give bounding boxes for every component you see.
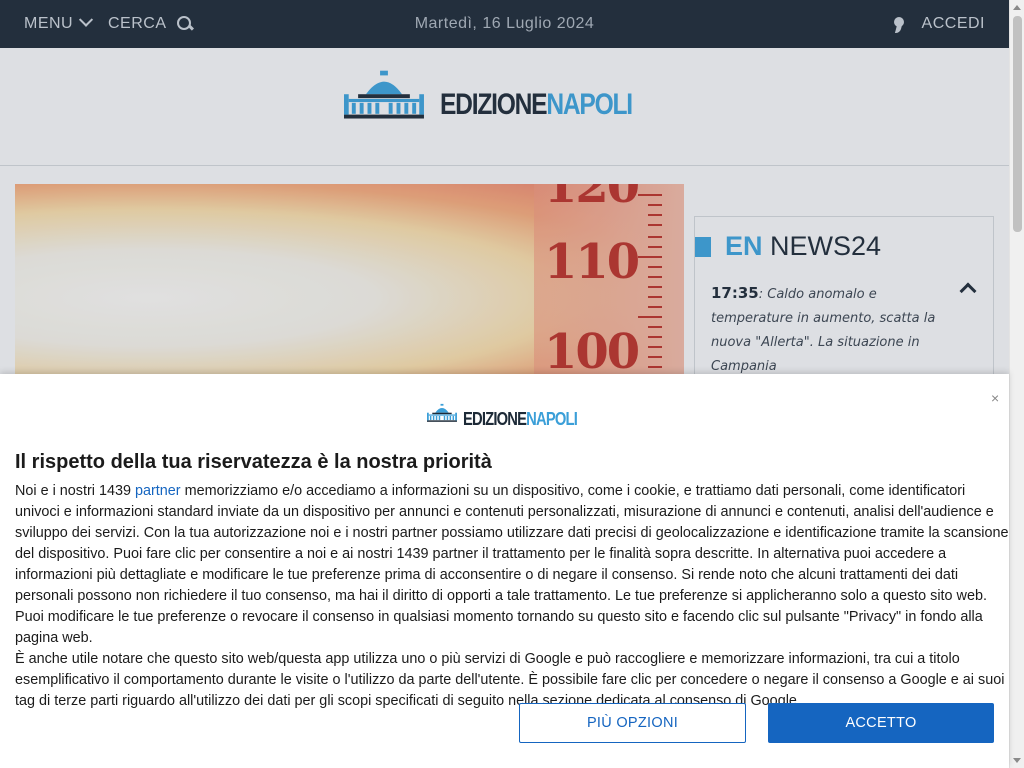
consent-text: Noi e i nostri 1439 partner memorizziamo… (15, 481, 1009, 712)
consent-logo-wordmark: EDIZIONENAPOLI (462, 409, 578, 429)
consent-paragraph-1: Noi e i nostri 1439 partner memorizziamo… (15, 483, 1009, 646)
more-options-button[interactable]: PIÙ OPZIONI (519, 703, 746, 743)
scrollbar-thumb[interactable] (1013, 16, 1022, 232)
close-icon[interactable]: × (991, 390, 999, 406)
partner-link[interactable]: partner (135, 483, 181, 499)
scroll-up-arrow-icon[interactable] (1013, 5, 1021, 10)
scroll-down-arrow-icon[interactable] (1013, 758, 1021, 763)
vertical-scrollbar[interactable] (1009, 0, 1024, 768)
consent-title: Il rispetto della tua riservatezza è la … (15, 451, 492, 473)
dome-logo-icon (427, 403, 457, 422)
page-overlay (0, 0, 1009, 374)
consent-logo: EDIZIONENAPOLI (427, 396, 602, 430)
cookie-consent-dialog: × EDIZIONENAPOLI Il rispetto della tua r… (0, 374, 1009, 768)
accept-button[interactable]: ACCETTO (768, 703, 994, 743)
